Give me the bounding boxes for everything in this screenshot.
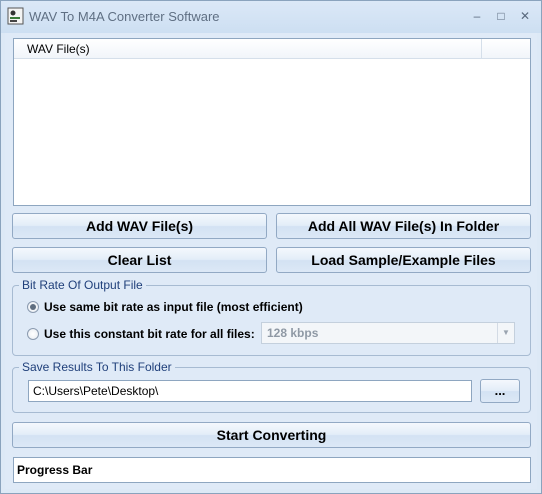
browse-folder-button[interactable]: ... xyxy=(480,379,520,403)
list-header: WAV File(s) xyxy=(14,39,530,59)
radio-constant-label: Use this constant bit rate for all files… xyxy=(44,327,255,341)
window-title: WAV To M4A Converter Software xyxy=(29,9,220,24)
app-window: WAV To M4A Converter Software – □ ✕ WAV … xyxy=(0,0,542,494)
title-bar[interactable]: WAV To M4A Converter Software – □ ✕ xyxy=(1,1,541,33)
radio-constant-bitrate[interactable]: Use this constant bit rate for all files… xyxy=(27,326,255,342)
client-area: WAV File(s) Add WAV File(s) Add All WAV … xyxy=(5,33,537,489)
bitrate-dropdown[interactable]: 128 kbps ▼ xyxy=(261,322,515,344)
bitrate-dropdown-value: 128 kbps xyxy=(267,326,319,340)
output-folder-legend: Save Results To This Folder xyxy=(19,360,175,374)
progress-bar: Progress Bar xyxy=(13,457,531,483)
column-header-wav-files[interactable]: WAV File(s) xyxy=(14,39,482,59)
radio-same-indicator[interactable] xyxy=(27,301,39,313)
add-wav-files-button[interactable]: Add WAV File(s) xyxy=(12,213,267,239)
maximize-icon[interactable]: □ xyxy=(489,5,513,27)
add-folder-button[interactable]: Add All WAV File(s) In Folder xyxy=(276,213,531,239)
app-icon xyxy=(7,7,24,25)
progress-bar-label: Progress Bar xyxy=(17,463,93,477)
minimize-icon[interactable]: – xyxy=(465,5,489,27)
output-folder-group: Save Results To This Folder C:\Users\Pet… xyxy=(12,360,531,413)
output-folder-input[interactable]: C:\Users\Pete\Desktop\ xyxy=(28,380,472,402)
clear-list-button[interactable]: Clear List xyxy=(12,247,267,273)
radio-same-label: Use same bit rate as input file (most ef… xyxy=(44,300,303,314)
radio-constant-indicator[interactable] xyxy=(27,328,39,340)
bitrate-legend: Bit Rate Of Output File xyxy=(19,278,146,292)
close-icon[interactable]: ✕ xyxy=(513,5,537,27)
wav-file-list[interactable]: WAV File(s) xyxy=(13,38,531,206)
radio-same-bitrate[interactable]: Use same bit rate as input file (most ef… xyxy=(27,299,303,315)
bitrate-group: Bit Rate Of Output File Use same bit rat… xyxy=(12,278,531,356)
start-converting-button[interactable]: Start Converting xyxy=(12,422,531,448)
load-samples-button[interactable]: Load Sample/Example Files xyxy=(276,247,531,273)
chevron-down-icon[interactable]: ▼ xyxy=(497,323,514,343)
